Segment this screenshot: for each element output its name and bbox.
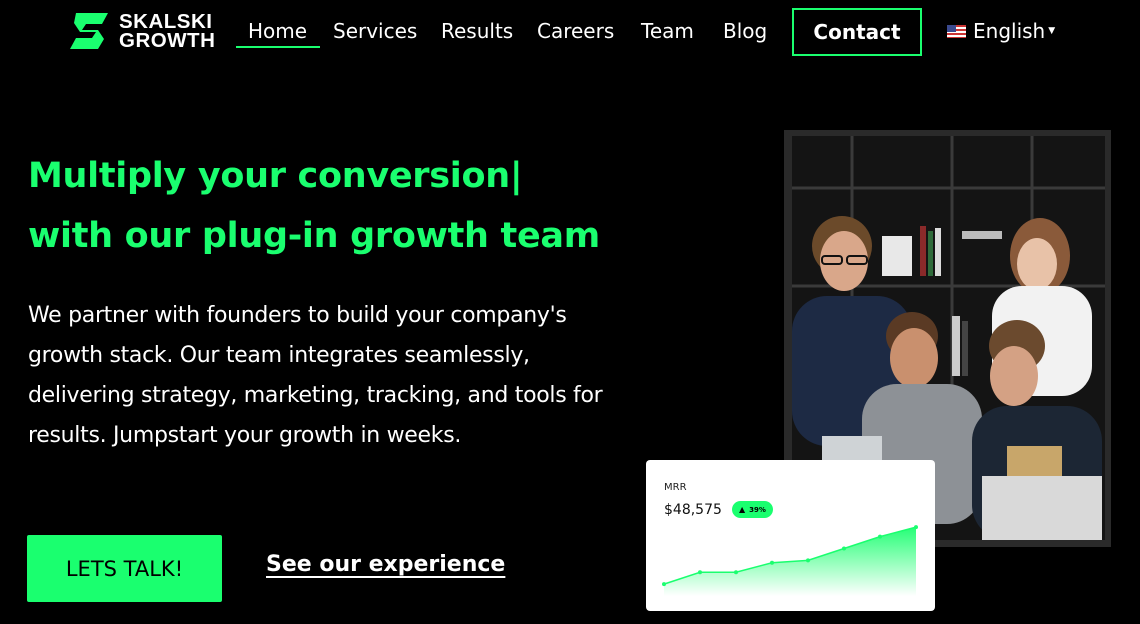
- hero-headline: Multiply your conversion| with our plug-…: [28, 146, 600, 266]
- nav-item-careers[interactable]: Careers: [537, 19, 614, 43]
- chart-point: [770, 560, 774, 565]
- chevron-down-icon: ▼: [1048, 26, 1056, 36]
- nav-item-services[interactable]: Services: [333, 19, 417, 43]
- trend-up-icon: ▲: [739, 505, 746, 514]
- growth-badge: ▲ 39%: [732, 501, 773, 518]
- hero-paragraph: We partner with founders to build your c…: [28, 303, 603, 448]
- chart-point: [878, 534, 882, 539]
- growth-badge-value: 39%: [749, 505, 766, 514]
- nav-item-blog[interactable]: Blog: [723, 19, 767, 43]
- brand-logo[interactable]: SKALSKI GROWTH: [68, 11, 215, 51]
- chart-point: [914, 525, 918, 530]
- mrr-card: MRR $48,575 ▲ 39%: [646, 460, 935, 611]
- chart-point: [662, 582, 666, 587]
- mrr-label: MRR: [664, 482, 687, 493]
- chart-point: [806, 558, 810, 563]
- chart-point: [698, 570, 702, 575]
- language-selector[interactable]: English ▼: [947, 19, 1055, 43]
- nav-item-team[interactable]: Team: [641, 19, 694, 43]
- chart-point: [734, 570, 738, 575]
- language-label: English: [973, 19, 1046, 43]
- hero-headline-line2: with our plug-in growth team: [28, 216, 600, 256]
- lets-talk-button[interactable]: LETS TALK!: [27, 535, 222, 602]
- active-nav-underline: [236, 46, 320, 48]
- chart-point: [842, 546, 846, 551]
- nav-item-results[interactable]: Results: [441, 19, 513, 43]
- mrr-chart: [662, 525, 918, 596]
- brand-line2: GROWTH: [119, 29, 216, 52]
- us-flag-icon: [947, 24, 966, 38]
- nav-item-home[interactable]: Home: [248, 19, 307, 43]
- contact-button[interactable]: Contact: [792, 8, 922, 56]
- skalski-growth-logo-icon: [70, 13, 108, 49]
- hero-headline-line1: Multiply your conversion|: [28, 156, 523, 196]
- see-experience-link[interactable]: See our experience: [266, 552, 505, 577]
- mrr-value: $48,575: [664, 502, 722, 518]
